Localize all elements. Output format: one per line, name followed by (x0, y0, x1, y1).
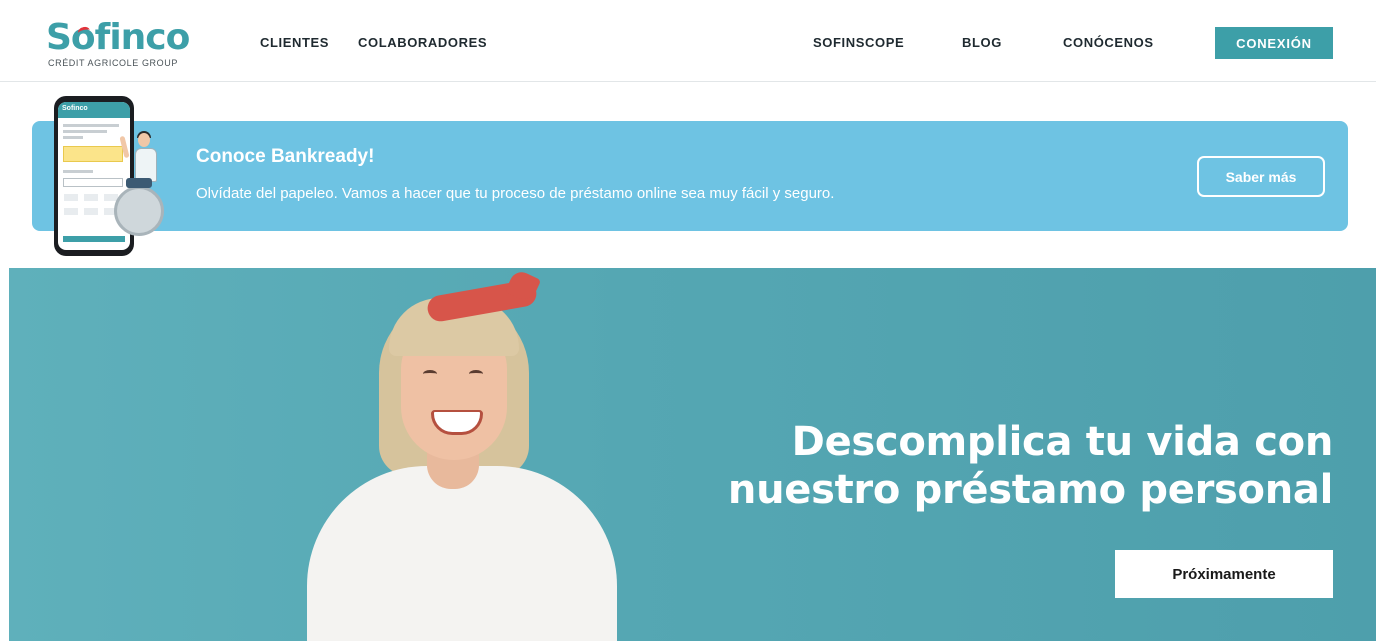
nav-clientes[interactable]: CLIENTES (260, 35, 329, 50)
proximamente-button[interactable]: Próximamente (1115, 550, 1333, 598)
banner-title: Conoce Bankready! (196, 146, 375, 167)
phone-footer-bar (63, 236, 125, 242)
hero-title-line-1: Descomplica tu vida con (791, 419, 1334, 465)
person-illustration-icon (138, 133, 150, 147)
phone-text-line (63, 130, 107, 133)
phone-bank-chip (84, 208, 98, 215)
nav-conocenos[interactable]: CONÓCENOS (1063, 35, 1154, 50)
phone-text-line (63, 136, 83, 139)
hero-photo (299, 268, 639, 641)
phone-search-field (63, 178, 123, 187)
phone-illustration-icon: Sofinco (54, 96, 134, 256)
gear-icon (114, 186, 164, 236)
conexion-button[interactable]: CONEXIÓN (1215, 27, 1333, 59)
nav-colaboradores[interactable]: COLABORADORES (358, 35, 487, 50)
logo-subtitle: CRÉDIT AGRICOLE GROUP (48, 58, 178, 68)
phone-text-line (63, 170, 93, 173)
hero-photo-eye (469, 370, 483, 378)
hero-photo-eye (423, 370, 437, 378)
person-legs (126, 178, 152, 188)
phone-bank-chip (84, 194, 98, 201)
phone-bank-chip (64, 208, 78, 215)
nav-sofinscope[interactable]: SOFINSCOPE (813, 35, 904, 50)
banner-text: Olvídate del papeleo. Vamos a hacer que … (196, 185, 835, 202)
phone-app-bar: Sofinco (58, 102, 130, 118)
nav-blog[interactable]: BLOG (962, 35, 1002, 50)
hero-photo-shirt (307, 466, 617, 641)
phone-screen: Sofinco (58, 102, 130, 250)
sofinco-logo[interactable]: Sofinco CRÉDIT AGRICOLE GROUP (46, 18, 196, 74)
saber-mas-button[interactable]: Saber más (1197, 156, 1325, 197)
phone-notice-box (63, 146, 123, 162)
phone-app-logo: Sofinco (62, 105, 88, 112)
bankready-banner (32, 121, 1348, 231)
logo-wordmark: Sofinco (46, 17, 190, 58)
hero-title-line-2: nuestro préstamo personal (727, 467, 1333, 513)
hero-title: Descomplica tu vida con nuestro préstamo… (633, 418, 1333, 514)
phone-bank-chip (64, 194, 78, 201)
phone-text-line (63, 124, 119, 127)
person-body (135, 148, 157, 182)
site-header: Sofinco CRÉDIT AGRICOLE GROUP CLIENTES C… (0, 0, 1376, 82)
